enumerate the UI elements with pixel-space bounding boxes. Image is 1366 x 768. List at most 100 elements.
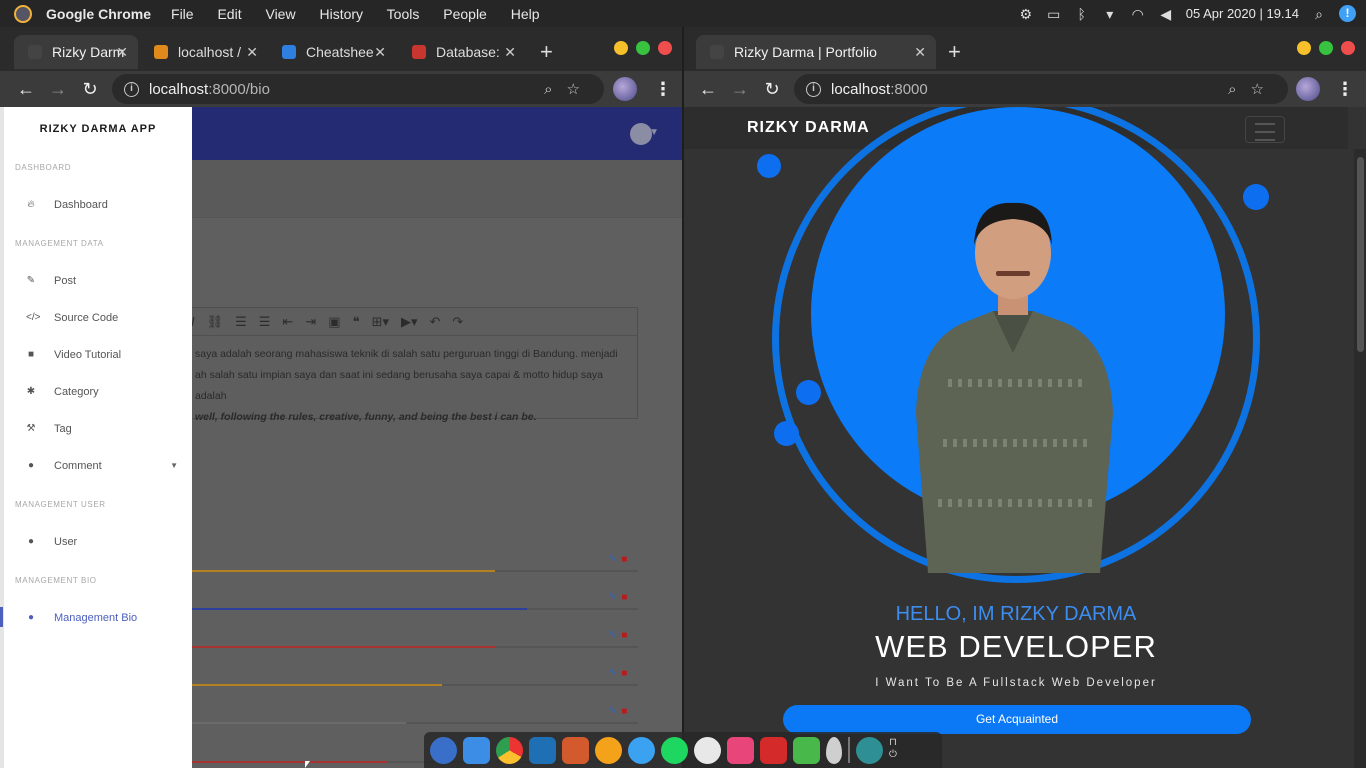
minimized-app-icon[interactable] — [856, 736, 883, 764]
back-arrow-icon[interactable]: ← — [10, 79, 42, 100]
new-tab-icon[interactable]: + — [540, 39, 553, 65]
close-tab-icon[interactable]: ✕ — [504, 44, 516, 61]
trash-icon[interactable]: ■ — [621, 706, 627, 717]
zoom-icon[interactable]: ⌕ — [544, 81, 566, 98]
address-bar[interactable]: i localhost:8000 ⌕☆ — [794, 74, 1288, 104]
finder-icon[interactable] — [463, 736, 490, 764]
battery-icon[interactable]: ▭ — [1046, 7, 1062, 21]
close-tab-icon[interactable]: ✕ — [914, 44, 926, 61]
numbered-list-icon[interactable]: ☰ — [259, 314, 271, 330]
bluetooth-icon[interactable]: ᛒ — [1074, 7, 1090, 21]
trash-icon[interactable]: ■ — [621, 668, 627, 679]
back-arrow-icon[interactable]: ← — [692, 79, 724, 100]
launcher-icon[interactable] — [430, 736, 457, 764]
get-acquainted-button[interactable]: Get Acquainted — [783, 705, 1251, 734]
undo-icon[interactable]: ↶ — [430, 314, 441, 330]
close-window-button[interactable] — [1341, 41, 1355, 55]
chrome-menu-icon[interactable]: ⋮ — [1336, 79, 1354, 100]
bookmark-star-icon[interactable]: ☆ — [1251, 81, 1278, 98]
menu-tools[interactable]: Tools — [387, 6, 420, 22]
tab-cheatsheet[interactable]: Cheatshee ✕ — [268, 35, 396, 69]
close-tab-icon[interactable]: ✕ — [246, 44, 258, 61]
chrome-icon[interactable] — [496, 736, 523, 764]
reload-icon[interactable]: ↻ — [756, 79, 788, 100]
menu-view[interactable]: View — [265, 6, 295, 22]
image-icon[interactable]: ▣ — [328, 314, 340, 330]
sidebar-item-post[interactable]: ✎ Post — [4, 262, 192, 299]
color-picker-icon[interactable] — [826, 736, 842, 764]
bulleted-list-icon[interactable]: ☰ — [235, 314, 247, 330]
portfolio-brand[interactable]: RIZKY DARMA — [747, 119, 870, 137]
edit-icon[interactable]: ✎ — [609, 592, 617, 603]
scrollbar-thumb[interactable] — [1357, 157, 1364, 352]
vscode-icon[interactable] — [529, 736, 556, 764]
sidebar-item-tag[interactable]: ⚒ Tag — [4, 410, 192, 447]
editor-content[interactable]: saya adalah seorang mahasiswa teknik di … — [181, 336, 637, 428]
forward-arrow-icon[interactable]: → — [724, 79, 756, 100]
trash-icon[interactable]: ■ — [621, 592, 627, 603]
zoom-icon[interactable]: ⌕ — [1228, 81, 1250, 98]
tab-localhost-phpmyadmin[interactable]: localhost / ✕ — [140, 35, 268, 69]
chevron-down-icon[interactable]: ▼ — [649, 127, 659, 138]
indent-icon[interactable]: ⇥ — [305, 314, 316, 330]
clock[interactable]: 05 Apr 2020 | 19.14 — [1186, 6, 1299, 21]
bookmark-star-icon[interactable]: ☆ — [567, 81, 594, 98]
edit-icon[interactable]: ✎ — [609, 668, 617, 679]
menu-history[interactable]: History — [319, 6, 363, 22]
menu-help[interactable]: Help — [511, 6, 540, 22]
wifi-icon[interactable]: ◠ — [1130, 7, 1146, 21]
maximize-button[interactable] — [1319, 41, 1333, 55]
close-tab-icon[interactable]: ✕ — [374, 44, 386, 61]
volume-icon[interactable]: ◀ — [1158, 7, 1174, 21]
bio-rich-text-editor[interactable]: I ⛓ ☰ ☰ ⇤ ⇥ ▣ ❝ ⊞▾ ▶▾ ↶ ↷ saya adalah se… — [180, 307, 638, 423]
menu-edit[interactable]: Edit — [217, 6, 241, 22]
table-icon[interactable]: ⊞▾ — [372, 314, 389, 330]
download-manager-icon[interactable] — [628, 736, 655, 764]
page-scrollbar[interactable] — [1354, 149, 1366, 768]
info-icon[interactable]: ! — [1339, 5, 1356, 22]
sidebar-item-source-code[interactable]: </> Source Code — [4, 299, 192, 336]
tab-rizky-darma-admin[interactable]: Rizky Darm ✕ — [14, 35, 138, 69]
site-info-icon[interactable]: i — [806, 81, 821, 97]
network-dropdown-icon[interactable]: ▾ — [1102, 7, 1118, 21]
sidebar-item-management-bio[interactable]: ● Management Bio — [0, 599, 192, 636]
settings-icon[interactable]: ⚙ — [1018, 7, 1034, 21]
edit-icon[interactable]: ✎ — [609, 706, 617, 717]
edit-icon[interactable]: ✎ — [609, 554, 617, 565]
outdent-icon[interactable]: ⇤ — [282, 314, 293, 330]
close-tab-icon[interactable]: ✕ — [116, 44, 128, 61]
sidebar-item-video-tutorial[interactable]: ■ Video Tutorial — [4, 336, 192, 373]
close-window-button[interactable] — [658, 41, 672, 55]
spotify-icon[interactable] — [661, 736, 688, 764]
tab-database[interactable]: Database: ✕ — [398, 35, 526, 69]
trash-icon[interactable]: ■ — [621, 630, 627, 641]
new-tab-icon[interactable]: + — [948, 39, 961, 65]
pdf-reader-icon[interactable] — [760, 736, 787, 764]
whatsapp-icon[interactable] — [694, 736, 721, 764]
lock-and-power-icon[interactable]: ⊓ ⏻ — [889, 737, 903, 764]
minimize-button[interactable] — [614, 41, 628, 55]
sidebar-item-category[interactable]: ✱ Category — [4, 373, 192, 410]
video-editor-icon[interactable] — [727, 736, 754, 764]
edit-icon[interactable]: ✎ — [609, 630, 617, 641]
tab-portfolio[interactable]: Rizky Darma | Portfolio ✕ — [696, 35, 936, 69]
sidebar-item-user[interactable]: ● User — [4, 523, 192, 560]
redo-icon[interactable]: ↷ — [452, 314, 463, 330]
trash-icon[interactable]: ■ — [621, 554, 627, 565]
profile-avatar[interactable] — [613, 77, 637, 101]
search-icon[interactable]: ⌕ — [1311, 7, 1327, 21]
hamburger-menu-icon[interactable] — [1245, 116, 1285, 143]
inkscape-icon[interactable] — [562, 736, 589, 764]
blockquote-icon[interactable]: ❝ — [353, 314, 360, 330]
menu-people[interactable]: People — [443, 6, 487, 22]
forward-arrow-icon[interactable]: → — [42, 79, 74, 100]
site-info-icon[interactable]: i — [124, 81, 139, 97]
minimize-button[interactable] — [1297, 41, 1311, 55]
sidebar-item-comment[interactable]: ● Comment ▼ — [4, 447, 192, 484]
dbeaver-icon[interactable] — [595, 736, 622, 764]
link-icon[interactable]: ⛓ — [207, 314, 224, 330]
profile-avatar[interactable] — [1296, 77, 1320, 101]
chrome-menu-icon[interactable]: ⋮ — [654, 79, 672, 100]
sidebar-brand[interactable]: RIZKY DARMA APP — [4, 107, 192, 151]
sidebar-item-dashboard[interactable]: 🔥︎ Dashboard — [4, 186, 192, 223]
